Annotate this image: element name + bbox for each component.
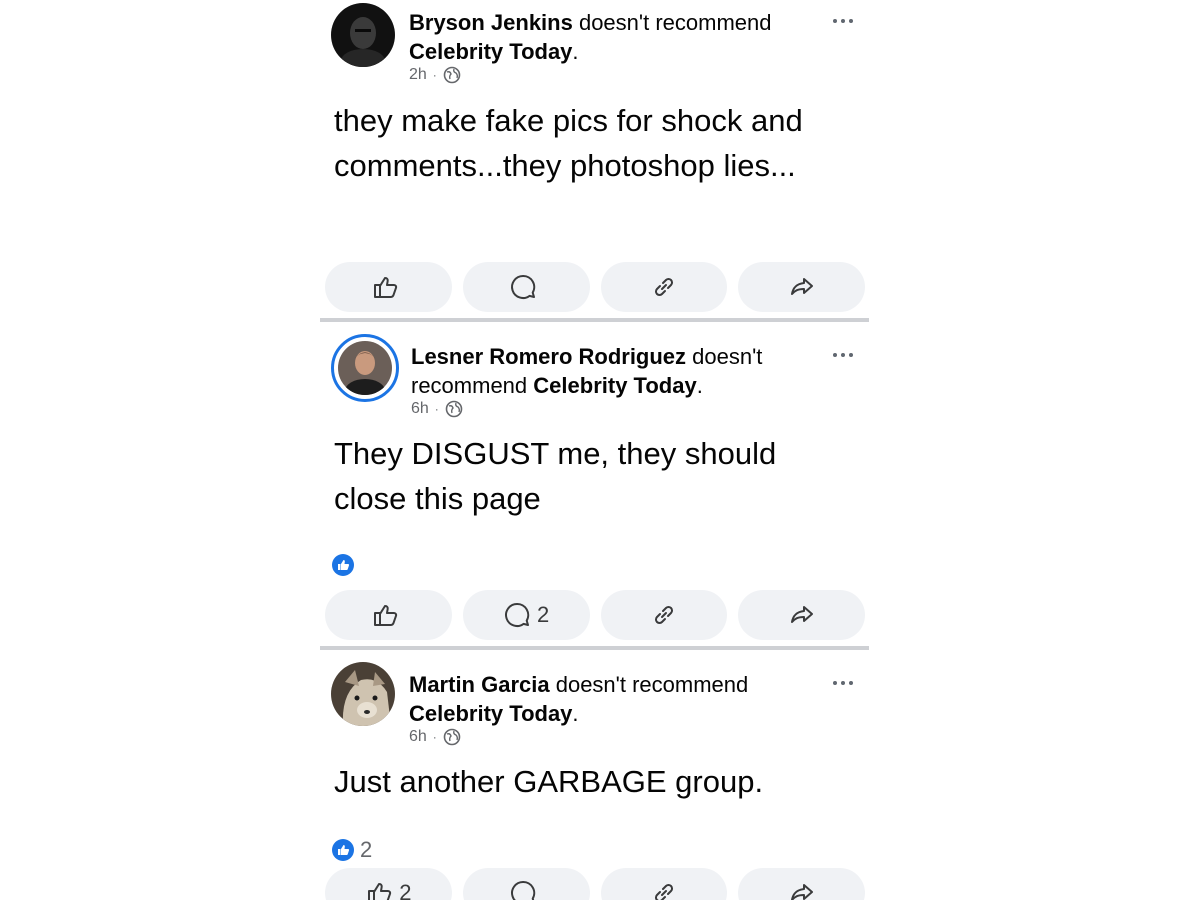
like-button[interactable] <box>325 262 452 312</box>
reaction-summary[interactable]: 2 <box>332 837 372 863</box>
link-icon <box>654 605 673 625</box>
comment-button[interactable] <box>462 868 590 900</box>
meta-separator: · <box>434 402 439 416</box>
post-time[interactable]: 6h <box>411 400 429 418</box>
action-bar <box>325 262 865 312</box>
link-icon <box>654 277 673 297</box>
blue-like-badge-icon <box>332 554 354 576</box>
post-text: Just another GARBAGE group. <box>334 764 764 799</box>
period: . <box>696 373 703 398</box>
post-text: They DISGUST me, they should close this … <box>334 436 777 516</box>
like-count: 2 <box>399 880 412 900</box>
author-name[interactable]: Lesner Romero Rodriguez <box>411 344 686 369</box>
post-meta: 2h · <box>409 66 461 84</box>
avatar[interactable] <box>331 334 399 402</box>
action-bar: 2 <box>325 590 865 640</box>
globe-icon <box>443 728 461 746</box>
page-name[interactable]: Celebrity Today <box>533 373 696 398</box>
thumbs-up-outline-icon <box>368 883 392 900</box>
page-name[interactable]: Celebrity Today <box>409 701 572 726</box>
action-bar: 2 <box>325 868 865 900</box>
like-button[interactable]: 2 <box>325 868 452 900</box>
meta-separator: · <box>432 730 437 744</box>
post-meta: 6h · <box>409 728 461 746</box>
review-post: Lesner Romero Rodriguez doesn't recommen… <box>320 322 869 648</box>
avatar[interactable] <box>331 3 395 67</box>
speech-bubble-icon <box>505 602 530 627</box>
avatar[interactable] <box>331 662 395 726</box>
avatar-image <box>331 662 395 726</box>
copy-link-button[interactable] <box>600 590 728 640</box>
share-button[interactable] <box>738 590 865 640</box>
review-post: Martin Garcia doesn't recommend Celebrit… <box>320 650 869 900</box>
reaction-count: 2 <box>360 837 373 862</box>
post-text: they make fake pics for shock and commen… <box>334 103 803 183</box>
share-button[interactable] <box>738 262 865 312</box>
thumbs-up-outline-icon <box>374 605 398 626</box>
recommendation-verb: doesn't recommend <box>549 672 749 697</box>
reviews-feed: Bryson Jenkins doesn't recommend Celebri… <box>320 0 869 900</box>
review-post: Bryson Jenkins doesn't recommend Celebri… <box>320 0 869 322</box>
globe-icon <box>445 400 463 418</box>
more-options-icon[interactable] <box>833 350 861 360</box>
share-arrow-icon <box>790 606 813 623</box>
post-header: Martin Garcia doesn't recommend Celebrit… <box>409 670 809 728</box>
meta-separator: · <box>432 68 437 82</box>
recommendation-verb: doesn't recommend <box>572 10 772 35</box>
more-options-icon[interactable] <box>833 16 861 26</box>
period: . <box>572 39 579 64</box>
author-name[interactable]: Martin Garcia <box>409 672 550 697</box>
avatar-image <box>331 3 395 67</box>
comment-button[interactable] <box>462 262 590 312</box>
post-header: Lesner Romero Rodriguez doesn't recommen… <box>411 342 809 400</box>
speech-bubble-icon <box>511 880 536 900</box>
more-options-icon[interactable] <box>833 678 861 688</box>
speech-bubble-icon <box>511 274 536 299</box>
post-time[interactable]: 6h <box>409 728 427 746</box>
copy-link-button[interactable] <box>600 262 728 312</box>
avatar-image <box>338 341 392 395</box>
link-icon <box>654 883 673 900</box>
post-time[interactable]: 2h <box>409 66 427 84</box>
comment-button[interactable]: 2 <box>462 590 590 640</box>
share-arrow-icon <box>790 278 813 295</box>
globe-icon <box>443 66 461 84</box>
author-name[interactable]: Bryson Jenkins <box>409 10 573 35</box>
reaction-summary[interactable] <box>332 554 360 576</box>
copy-link-button[interactable] <box>600 868 728 900</box>
thumbs-up-outline-icon <box>374 277 398 298</box>
page-name[interactable]: Celebrity Today <box>409 39 572 64</box>
blue-like-badge-icon <box>332 839 354 861</box>
share-button[interactable] <box>738 868 865 900</box>
period: . <box>572 701 579 726</box>
share-arrow-icon <box>790 884 813 900</box>
like-button[interactable] <box>325 590 452 640</box>
post-meta: 6h · <box>411 400 463 418</box>
comment-count: 2 <box>537 602 550 627</box>
post-header: Bryson Jenkins doesn't recommend Celebri… <box>409 8 809 66</box>
